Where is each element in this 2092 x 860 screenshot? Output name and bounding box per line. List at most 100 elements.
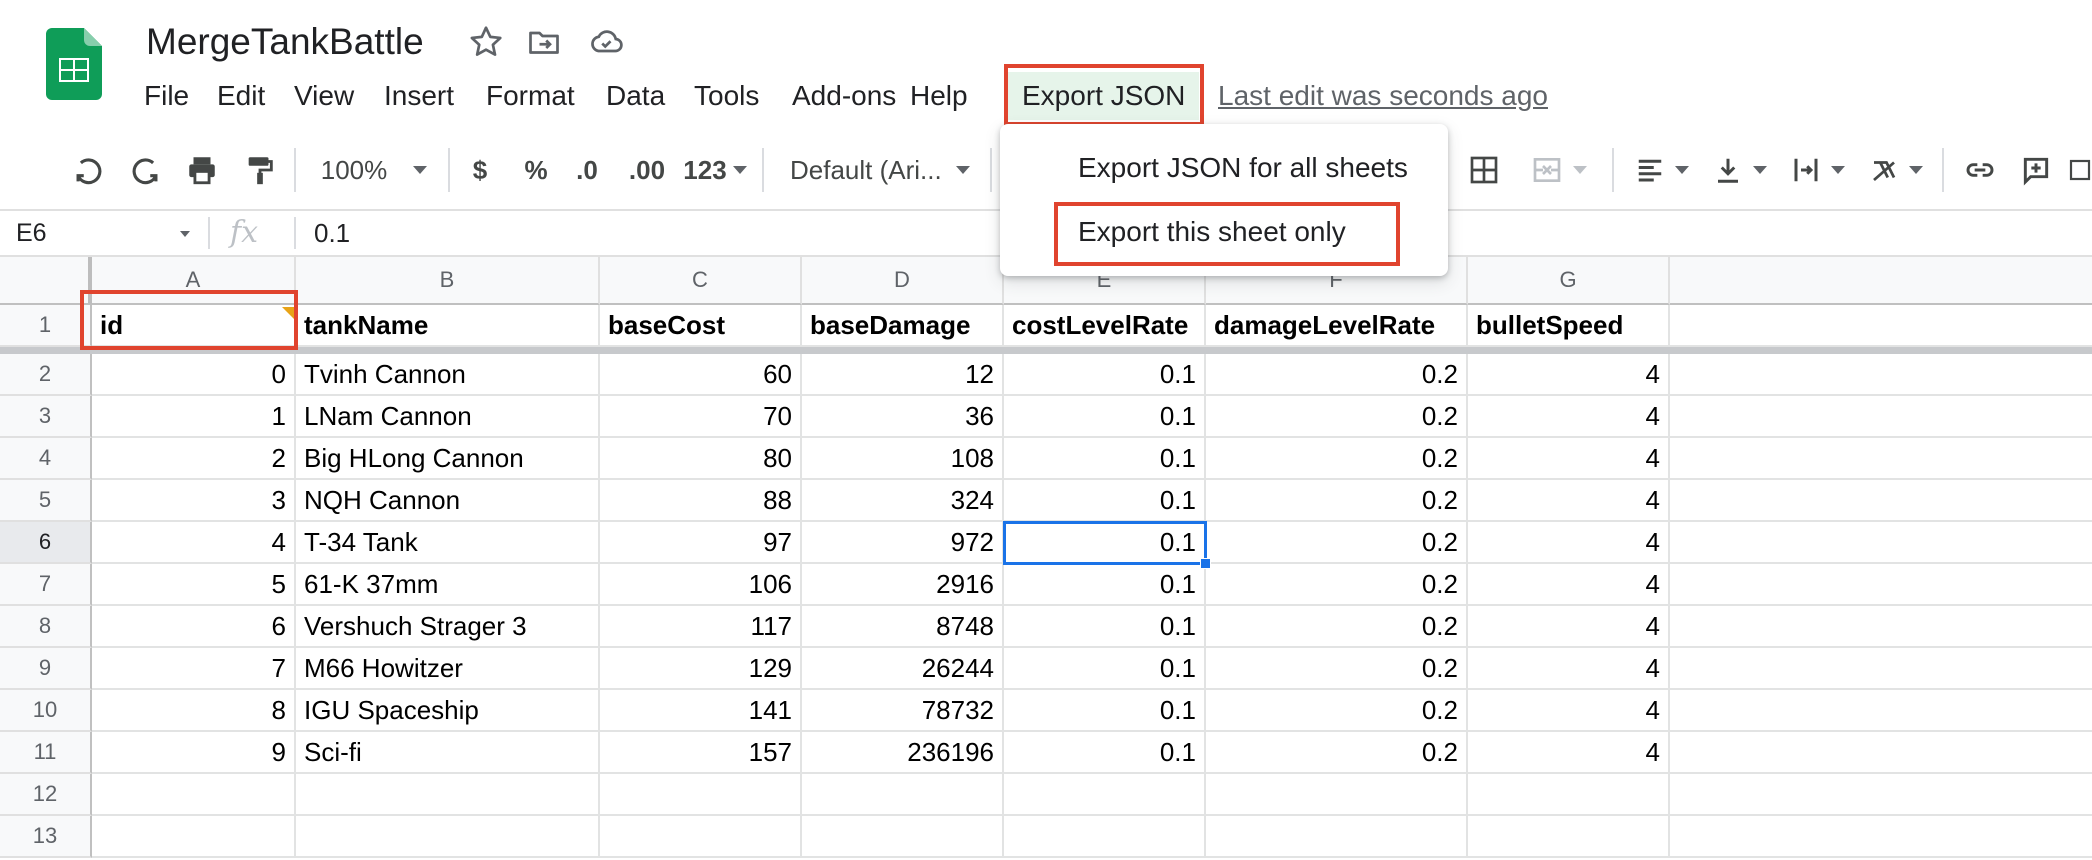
cell-e9[interactable]: 0.1 [1004,648,1206,690]
row-header-7[interactable]: 7 [0,564,92,606]
cell-f5[interactable]: 0.2 [1206,480,1468,522]
cell-f2[interactable]: 0.2 [1206,354,1468,396]
insert-comment-icon[interactable] [2014,132,2058,208]
cell-f4[interactable]: 0.2 [1206,438,1468,480]
cell-g8[interactable]: 4 [1468,606,1670,648]
cell-c11[interactable]: 157 [600,732,802,774]
move-to-folder-icon[interactable] [526,24,562,60]
cell-a12[interactable] [92,774,296,816]
cell-a6[interactable]: 4 [92,522,296,564]
cell-c9[interactable]: 129 [600,648,802,690]
cell-a3[interactable]: 1 [92,396,296,438]
cell-d12[interactable] [802,774,1004,816]
cell-f8[interactable]: 0.2 [1206,606,1468,648]
cell-d3[interactable]: 36 [802,396,1004,438]
export-this-sheet-item[interactable]: Export this sheet only [1000,202,1448,262]
cell-d1[interactable]: baseDamage [802,305,1004,347]
cell-g6[interactable]: 4 [1468,522,1670,564]
text-rotation-icon[interactable] [1866,132,1926,208]
cell-g10[interactable]: 4 [1468,690,1670,732]
cell-f10[interactable]: 0.2 [1206,690,1468,732]
column-header-b[interactable]: B [296,257,600,305]
font-family-select[interactable]: Default (Ari... [790,132,980,208]
row-header-12[interactable]: 12 [0,774,92,816]
cell-f3[interactable]: 0.2 [1206,396,1468,438]
cell-e6[interactable]: 0.1 [1004,522,1206,564]
column-header-d[interactable]: D [802,257,1004,305]
cell-d6[interactable]: 972 [802,522,1004,564]
row-header-13[interactable]: 13 [0,816,92,858]
name-box[interactable]: E6 [0,211,200,255]
cell-c13[interactable] [600,816,802,858]
export-all-sheets-item[interactable]: Export JSON for all sheets [1000,138,1448,198]
cell-b3[interactable]: LNam Cannon [296,396,600,438]
row-header-8[interactable]: 8 [0,606,92,648]
cell-a4[interactable]: 2 [92,438,296,480]
cell-empty[interactable] [1670,396,2092,438]
freeze-row-divider[interactable] [0,347,2092,354]
cell-empty[interactable] [1670,816,2092,858]
borders-icon[interactable] [1462,132,1506,208]
insert-chart-icon[interactable] [2068,132,2092,208]
cell-empty[interactable] [1670,564,2092,606]
cell-d11[interactable]: 236196 [802,732,1004,774]
cell-f1[interactable]: damageLevelRate [1206,305,1468,347]
cell-a13[interactable] [92,816,296,858]
horizontal-align-icon[interactable] [1632,132,1692,208]
cell-e5[interactable]: 0.1 [1004,480,1206,522]
cell-empty[interactable] [1670,480,2092,522]
formula-input[interactable]: 0.1 [314,211,350,255]
cell-a5[interactable]: 3 [92,480,296,522]
cell-f9[interactable]: 0.2 [1206,648,1468,690]
cloud-saved-icon[interactable] [588,24,624,60]
menu-edit[interactable]: Edit [203,72,279,120]
cell-g12[interactable] [1468,774,1670,816]
star-icon[interactable] [468,24,504,60]
cell-b2[interactable]: Tvinh Cannon [296,354,600,396]
cell-b10[interactable]: IGU Spaceship [296,690,600,732]
cell-d4[interactable]: 108 [802,438,1004,480]
column-header-c[interactable]: C [600,257,802,305]
currency-format-button[interactable]: $ [460,132,500,208]
cell-d8[interactable]: 8748 [802,606,1004,648]
undo-icon[interactable] [66,132,110,208]
row-header-2[interactable]: 2 [0,354,92,396]
menu-data[interactable]: Data [592,72,679,120]
cell-g11[interactable]: 4 [1468,732,1670,774]
cell-empty[interactable] [1670,690,2092,732]
cell-c1[interactable]: baseCost [600,305,802,347]
cell-a2[interactable]: 0 [92,354,296,396]
merge-cells-icon[interactable] [1524,132,1594,208]
row-header-1[interactable]: 1 [0,305,92,347]
cell-e12[interactable] [1004,774,1206,816]
column-header-g[interactable]: G [1468,257,1670,305]
cell-c12[interactable] [600,774,802,816]
print-icon[interactable] [180,132,224,208]
cell-c2[interactable]: 60 [600,354,802,396]
row-header-5[interactable]: 5 [0,480,92,522]
cell-empty[interactable] [1670,732,2092,774]
select-all-corner[interactable] [0,257,92,305]
cell-g3[interactable]: 4 [1468,396,1670,438]
cell-a10[interactable]: 8 [92,690,296,732]
menu-tools[interactable]: Tools [680,72,773,120]
cell-b6[interactable]: T-34 Tank [296,522,600,564]
cell-e4[interactable]: 0.1 [1004,438,1206,480]
cell-c7[interactable]: 106 [600,564,802,606]
more-formats-button[interactable]: 123 [680,132,750,208]
cell-e13[interactable] [1004,816,1206,858]
cell-e11[interactable]: 0.1 [1004,732,1206,774]
menu-view[interactable]: View [280,72,368,120]
cell-b12[interactable] [296,774,600,816]
cell-b13[interactable] [296,816,600,858]
cell-c5[interactable]: 88 [600,480,802,522]
cell-f12[interactable] [1206,774,1468,816]
zoom-select[interactable]: 100% [314,132,434,208]
cell-a8[interactable]: 6 [92,606,296,648]
document-title[interactable]: MergeTankBattle [146,17,424,67]
fill-handle[interactable] [1200,558,1211,569]
cell-d5[interactable]: 324 [802,480,1004,522]
cell-g2[interactable]: 4 [1468,354,1670,396]
cell-c4[interactable]: 80 [600,438,802,480]
cell-b1[interactable]: tankName [296,305,600,347]
